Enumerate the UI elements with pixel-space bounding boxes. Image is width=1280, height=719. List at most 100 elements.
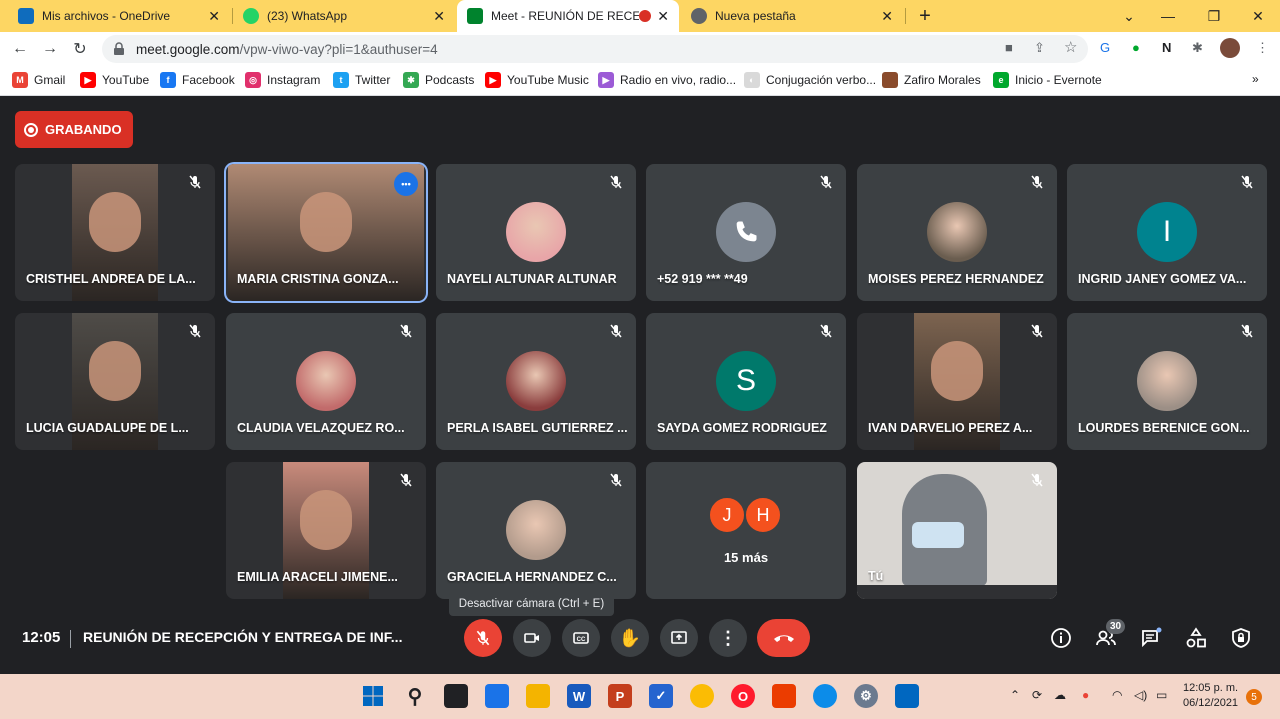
chevron-up-icon[interactable]: ⌃: [1010, 688, 1020, 702]
bookmark-star-icon[interactable]: ☆: [1064, 38, 1077, 56]
evernote-extension-icon[interactable]: ●: [1132, 40, 1140, 55]
tab-meet[interactable]: Meet - REUNIÓN DE RECEPC ✕: [457, 0, 679, 32]
chrome-taskbar-icon[interactable]: [690, 684, 714, 708]
file-explorer-icon[interactable]: [526, 684, 550, 708]
bookmark-item[interactable]: f Facebook: [160, 72, 235, 88]
more-options-button[interactable]: ⋮: [709, 619, 747, 657]
camera-toggle-button[interactable]: [513, 619, 551, 657]
participant-tile[interactable]: EMILIA ARACELI JIMENE...: [226, 462, 426, 599]
store-icon[interactable]: [895, 684, 919, 708]
restore-icon[interactable]: ❐: [1192, 0, 1236, 32]
profile-avatar[interactable]: [1220, 38, 1240, 58]
new-tab-button[interactable]: +: [903, 0, 947, 32]
more-options-icon[interactable]: •••: [394, 172, 418, 196]
volume-icon[interactable]: ◁): [1134, 688, 1147, 702]
present-button[interactable]: [660, 619, 698, 657]
close-icon[interactable]: ✕: [657, 8, 669, 25]
participant-tile[interactable]: LUCIA GUADALUPE DE L...: [15, 313, 215, 450]
battery-icon[interactable]: ▭: [1156, 688, 1167, 702]
word-icon[interactable]: W: [567, 684, 591, 708]
translate-icon[interactable]: G: [1100, 40, 1110, 55]
edge-icon[interactable]: [813, 684, 837, 708]
bookmark-item[interactable]: ◐ Conjugación verbo...: [744, 72, 876, 88]
bookmark-item[interactable]: Zafiro Morales: [882, 72, 981, 88]
bookmark-item[interactable]: ▶ YouTube: [80, 72, 149, 88]
activities-button[interactable]: [1184, 626, 1208, 650]
forward-icon[interactable]: →: [38, 37, 62, 61]
widgets-icon[interactable]: [485, 684, 509, 708]
participant-tile[interactable]: ••• MARIA CRISTINA GONZA...: [226, 164, 426, 301]
participant-tile[interactable]: MOISES PEREZ HERNANDEZ: [857, 164, 1057, 301]
participant-tile[interactable]: CRISTHEL ANDREA DE LA...: [15, 164, 215, 301]
system-clock[interactable]: 12:05 p. m. 06/12/2021: [1183, 681, 1245, 711]
captions-button[interactable]: CC: [562, 619, 600, 657]
close-icon[interactable]: ✕: [433, 8, 445, 25]
microphone-icon[interactable]: ●: [1082, 688, 1089, 702]
bookmark-item[interactable]: t Twitter: [333, 72, 390, 88]
participant-tile[interactable]: IVAN DARVELIO PEREZ A...: [857, 313, 1057, 450]
participant-tile[interactable]: S SAYDA GOMEZ RODRIGUEZ: [646, 313, 846, 450]
participant-tile[interactable]: I INGRID JANEY GOMEZ VA...: [1067, 164, 1267, 301]
tab-new-tab[interactable]: Nueva pestaña ✕: [681, 0, 903, 32]
task-view-icon[interactable]: [444, 684, 468, 708]
more-bookmarks-icon[interactable]: »: [1252, 72, 1259, 86]
info-icon: [1051, 628, 1071, 648]
address-bar[interactable]: meet.google.com/vpw-viwo-vay?pli=1&authu…: [102, 35, 1088, 63]
sync-icon[interactable]: ⟳: [1032, 688, 1042, 702]
wifi-icon[interactable]: ◠: [1112, 688, 1122, 702]
mic-toggle-button[interactable]: [464, 619, 502, 657]
minimize-icon[interactable]: —: [1146, 0, 1190, 32]
participant-tile[interactable]: LOURDES BERENICE GON...: [1067, 313, 1267, 450]
bookmark-item[interactable]: ◎ Instagram: [245, 72, 320, 88]
tab-search-icon[interactable]: ⌄: [1107, 0, 1151, 32]
bookmark-item[interactable]: e Inicio - Evernote: [993, 72, 1102, 88]
back-icon[interactable]: ←: [8, 37, 32, 61]
close-icon[interactable]: ✕: [208, 8, 220, 25]
search-icon[interactable]: ⚲: [403, 684, 427, 708]
radio-icon: ▶: [598, 72, 614, 88]
notion-icon[interactable]: N: [1162, 40, 1171, 55]
chat-button[interactable]: [1139, 626, 1163, 650]
close-window-icon[interactable]: ✕: [1236, 0, 1280, 32]
start-button[interactable]: [361, 684, 385, 708]
participant-face: [300, 192, 352, 252]
system-date: 06/12/2021: [1183, 697, 1239, 709]
close-icon[interactable]: ✕: [881, 8, 893, 25]
participant-name: PERLA ISABEL GUTIERREZ ...: [447, 421, 627, 435]
meeting-details-button[interactable]: [1049, 626, 1073, 650]
office-icon[interactable]: [772, 684, 796, 708]
tab-whatsapp[interactable]: (23) WhatsApp ✕: [233, 0, 455, 32]
bookmark-item[interactable]: ✱ Podcasts: [403, 72, 474, 88]
camera-icon[interactable]: ■: [1005, 40, 1013, 55]
participant-tile[interactable]: +52 919 *** **49: [646, 164, 846, 301]
bookmark-item[interactable]: ▶ Radio en vivo, radio...: [598, 72, 736, 88]
tab-onedrive[interactable]: Mis archivos - OneDrive ✕: [8, 0, 230, 32]
powerpoint-icon[interactable]: P: [608, 684, 632, 708]
raise-hand-button[interactable]: ✋: [611, 619, 649, 657]
participant-count-badge: 30: [1106, 619, 1125, 634]
mic-off-icon: [400, 324, 412, 338]
participant-tile[interactable]: PERLA ISABEL GUTIERREZ ...: [436, 313, 636, 450]
settings-icon[interactable]: ⚙: [854, 684, 878, 708]
leave-call-button[interactable]: [757, 619, 810, 657]
cloud-icon[interactable]: ☁: [1054, 688, 1066, 702]
share-icon[interactable]: ⇪: [1034, 40, 1045, 56]
mic-off-icon: [189, 175, 201, 189]
self-view-tile[interactable]: Tú: [857, 462, 1057, 599]
bookmark-item[interactable]: ▶ YouTube Music: [485, 72, 589, 88]
todo-icon[interactable]: ✓: [649, 684, 673, 708]
more-participants-tile[interactable]: J H 15 más: [646, 462, 846, 599]
menu-icon[interactable]: ⋮: [1256, 40, 1269, 56]
host-controls-button[interactable]: [1229, 626, 1253, 650]
participant-tile[interactable]: CLAUDIA VELAZQUEZ RO...: [226, 313, 426, 450]
url-path: /vpw-viwo-vay?pli=1&authuser=4: [239, 41, 438, 57]
bookmark-item[interactable]: M Gmail: [12, 72, 65, 88]
whatsapp-icon: [243, 8, 259, 24]
reload-icon[interactable]: ↻: [68, 37, 92, 61]
extensions-icon[interactable]: ✱: [1192, 40, 1203, 56]
participant-tile[interactable]: GRACIELA HERNANDEZ C...: [436, 462, 636, 599]
notification-badge[interactable]: 5: [1246, 689, 1262, 705]
participant-tile[interactable]: NAYELI ALTUNAR ALTUNAR: [436, 164, 636, 301]
opera-icon[interactable]: O: [731, 684, 755, 708]
avatar: [506, 202, 566, 262]
